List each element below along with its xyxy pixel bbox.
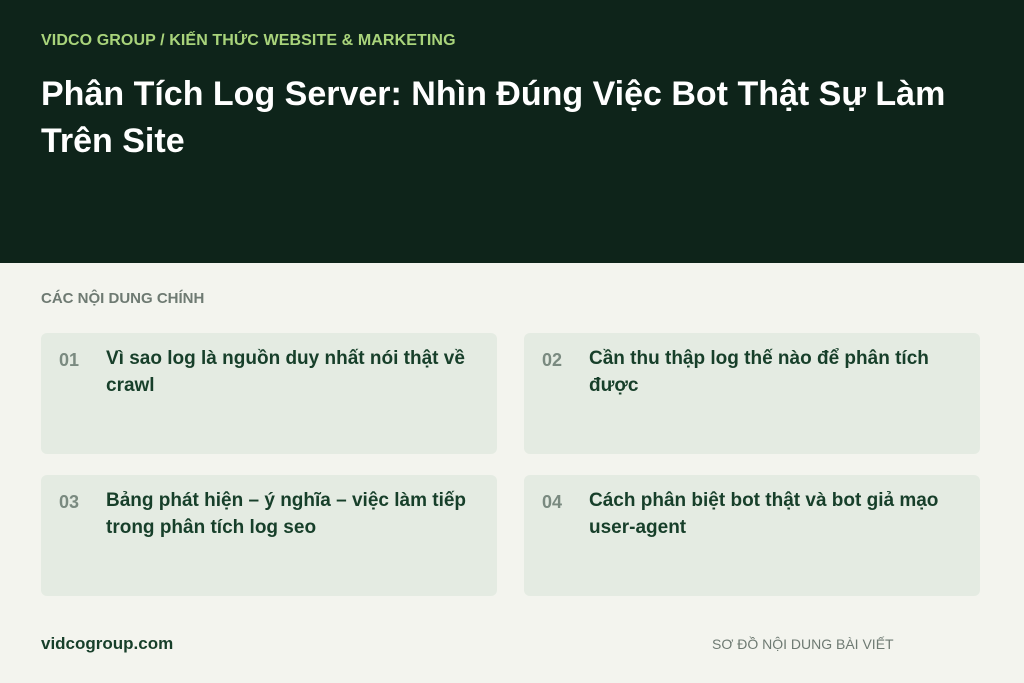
breadcrumb: VIDCO GROUP / KIẾN THỨC WEBSITE & MARKET… [41, 32, 456, 49]
card-text: Bảng phát hiện – ý nghĩa – việc làm tiếp… [106, 490, 467, 538]
card-text: Vì sao log là nguồn duy nhất nói thật về… [106, 348, 465, 396]
card-number: 02 [542, 350, 563, 370]
footer-note: SƠ ĐỒ NỘI DUNG BÀI VIẾT [712, 636, 894, 652]
card-number: 01 [59, 350, 80, 370]
card-text: Cách phân biệt bot thật và bot giả mạo u… [589, 490, 939, 538]
card-text: Cần thu thập log thế nào để phân tích đư… [589, 348, 929, 396]
page-title: Phân Tích Log Server: Nhìn Đúng Việc Bot… [41, 75, 946, 160]
card-number: 04 [542, 492, 563, 512]
footer-site-link[interactable]: vidcogroup.com [41, 634, 173, 654]
content-card-01: 01 Vì sao log là nguồn duy nhất nói thật… [41, 333, 497, 454]
content-card-04: 04 Cách phân biệt bot thật và bot giả mạ… [524, 475, 980, 596]
card-number: 03 [59, 492, 80, 512]
content-card-03: 03 Bảng phát hiện – ý nghĩa – việc làm t… [41, 475, 497, 596]
content-card-02: 02 Cần thu thập log thế nào để phân tích… [524, 333, 980, 454]
section-label: CÁC NỘI DUNG CHÍNH [41, 290, 205, 307]
header-banner: VIDCO GROUP / KIẾN THỨC WEBSITE & MARKET… [0, 0, 1024, 263]
